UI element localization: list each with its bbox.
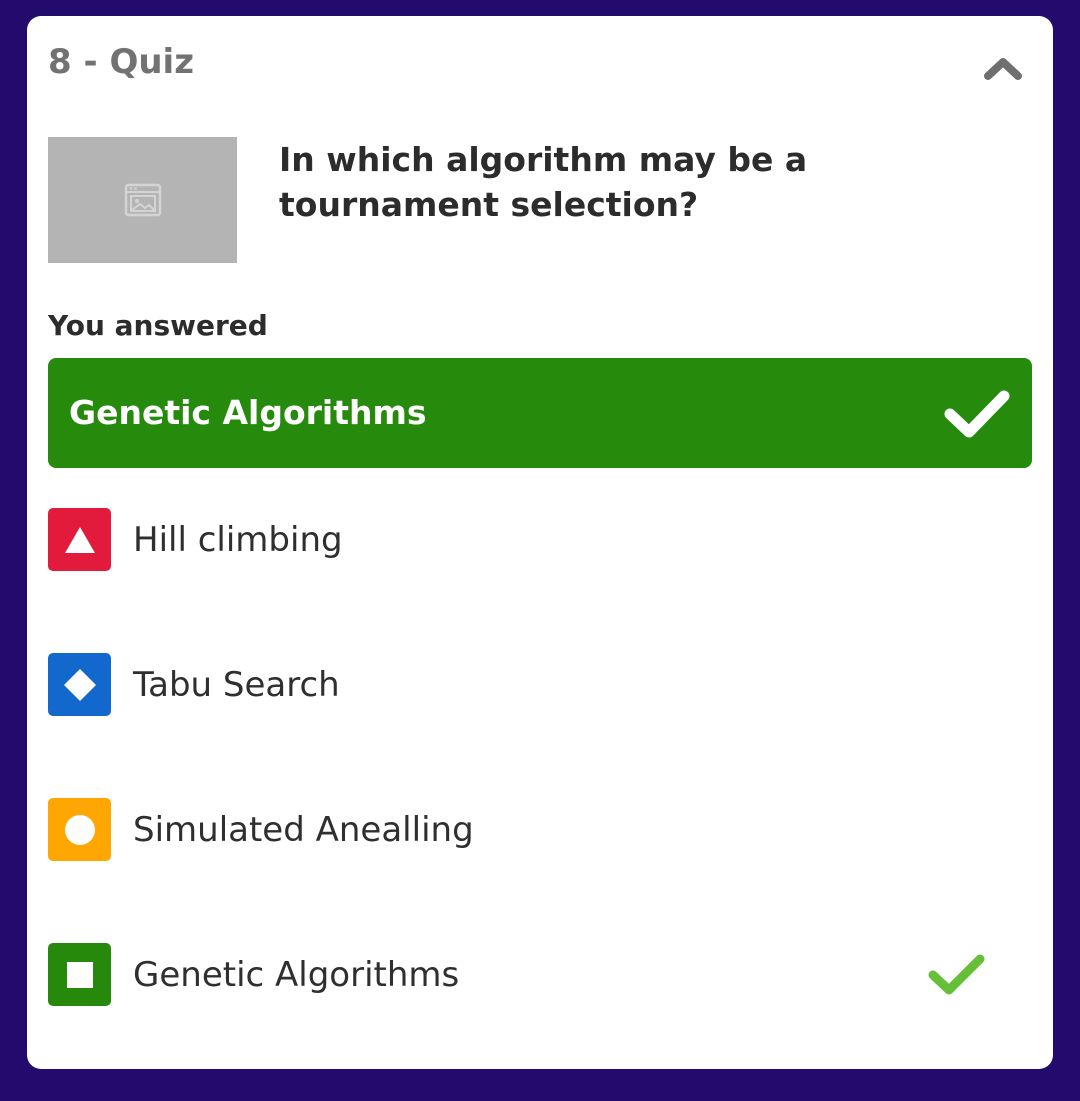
answer-option-genetic-algorithms: Genetic Algorithms	[48, 943, 1032, 1007]
image-placeholder-icon	[124, 183, 161, 217]
option-label: Genetic Algorithms	[133, 955, 460, 995]
answer-option-hill-climbing: Hill climbing	[48, 508, 1032, 572]
quiz-title: 8 - Quiz	[48, 42, 194, 82]
answer-option-tabu-search: Tabu Search	[48, 653, 1032, 717]
correct-checkmark-icon	[928, 954, 985, 995]
question-image	[48, 137, 237, 263]
square-icon	[48, 943, 111, 1006]
checkmark-icon	[944, 390, 1010, 438]
question-text: In which algorithm may be a tournament s…	[279, 140, 808, 224]
quiz-card: 8 - Quiz In which algorithm may be a tou…	[27, 16, 1053, 1069]
option-label: Hill climbing	[133, 520, 343, 560]
circle-icon	[48, 798, 111, 861]
triangle-icon	[48, 508, 111, 571]
diamond-icon	[48, 653, 111, 716]
option-label: Tabu Search	[133, 665, 340, 705]
option-label: Simulated Anealling	[133, 810, 474, 850]
you-answered-label: You answered	[48, 309, 268, 342]
answer-option-simulated-anealling: Simulated Anealling	[48, 798, 1032, 862]
collapse-button[interactable]	[977, 46, 1029, 90]
chevron-up-icon	[984, 58, 1022, 80]
selected-answer-text: Genetic Algorithms	[69, 393, 427, 432]
selected-answer-box: Genetic Algorithms	[48, 358, 1032, 468]
